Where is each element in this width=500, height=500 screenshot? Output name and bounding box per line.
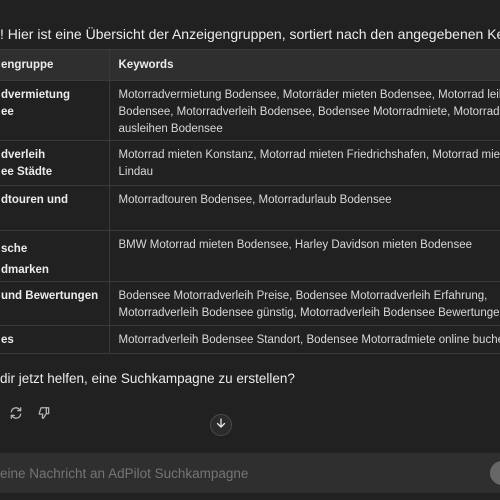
- message-actions: [8, 405, 52, 421]
- regenerate-icon[interactable]: [8, 405, 24, 421]
- ad-group-line: sche: [1, 242, 28, 255]
- keywords-cell: Motorradvermietung Bodensee, Motorräder …: [109, 80, 500, 141]
- ad-group-line: es: [1, 333, 14, 346]
- table-row: es Motorradverleih Bodensee Standort, Bod…: [0, 325, 500, 353]
- keyword-line: Motorradverleih Bodensee Standort, Boden…: [118, 333, 500, 346]
- arrow-down-icon: [215, 416, 227, 434]
- ad-group-cell: es: [0, 325, 110, 353]
- ad-group-cell: dvermietung ee: [0, 80, 110, 141]
- keyword-line: Lindau: [118, 165, 154, 178]
- keyword-line: Motorradtouren Bodensee, Motorradurlaub …: [118, 193, 392, 206]
- assistant-intro-text: ! Hier ist eine Übersicht der Anzeigengr…: [0, 26, 500, 42]
- ad-group-line: dverleih: [1, 148, 46, 161]
- ad-group-cell: sche dmarken: [0, 230, 110, 282]
- keywords-cell: Motorradverleih Bodensee Standort, Boden…: [109, 325, 500, 353]
- keyword-line: ausleihen Bodensee: [118, 122, 223, 135]
- keyword-line: Bodensee Motorradverleih Preise, Bodense…: [118, 289, 488, 302]
- table-header-row: engruppe Keywords: [0, 50, 500, 81]
- keywords-cell: Motorradtouren Bodensee, Motorradurlaub …: [109, 185, 500, 231]
- table-row: dtouren und Motorradtouren Bodensee, Moto…: [0, 185, 500, 231]
- ad-group-cell: dverleih ee Städte: [0, 140, 110, 186]
- table-row: dverleih ee Städte Motorrad mieten Konstan…: [0, 140, 500, 186]
- ad-groups-table: engruppe Keywords dvermietung ee Motorradv…: [0, 49, 500, 354]
- ad-group-line: ee Städte: [1, 165, 53, 178]
- keyword-line: Motorradverleih Bodensee günstig, Motorr…: [118, 306, 500, 319]
- keyword-line: Bodensee, Motorradverleih Bodensee, Bode…: [118, 105, 500, 118]
- ad-group-line: ee: [1, 105, 14, 118]
- keywords-cell: BMW Motorrad mieten Bodensee, Harley Dav…: [109, 230, 500, 282]
- table-row: und Bewertungen Bodensee Motorradverleih …: [0, 281, 500, 326]
- ad-group-line: und Bewertungen: [1, 289, 99, 302]
- ad-group-line: dmarken: [1, 263, 49, 276]
- ad-group-cell: dtouren und: [0, 185, 110, 231]
- header-keywords: Keywords: [109, 50, 500, 81]
- keywords-cell: Motorrad mieten Konstanz, Motorrad miete…: [109, 140, 500, 186]
- message-input[interactable]: [0, 466, 460, 481]
- table-row: dvermietung ee Motorradvermietung Bodensee…: [0, 80, 500, 141]
- keyword-line: BMW Motorrad mieten Bodensee, Harley Dav…: [118, 238, 472, 251]
- assistant-followup-text: dir jetzt helfen, eine Suchkampagne zu e…: [0, 371, 295, 386]
- keyword-line: Motorrad mieten Konstanz, Motorrad miete…: [118, 148, 500, 161]
- thumbs-down-icon[interactable]: [36, 405, 52, 421]
- header-ad-group: engruppe: [0, 50, 110, 81]
- ad-group-line: dvermietung: [1, 88, 71, 101]
- keyword-line: Motorradvermietung Bodensee, Motorräder …: [118, 88, 500, 101]
- ad-group-cell: und Bewertungen: [0, 281, 110, 326]
- table-row: sche dmarken BMW Motorrad mieten Bodensee,…: [0, 230, 500, 282]
- keywords-cell: Bodensee Motorradverleih Preise, Bodense…: [109, 281, 500, 326]
- ad-group-line: dtouren und: [1, 193, 69, 206]
- scroll-down-button[interactable]: [210, 414, 232, 436]
